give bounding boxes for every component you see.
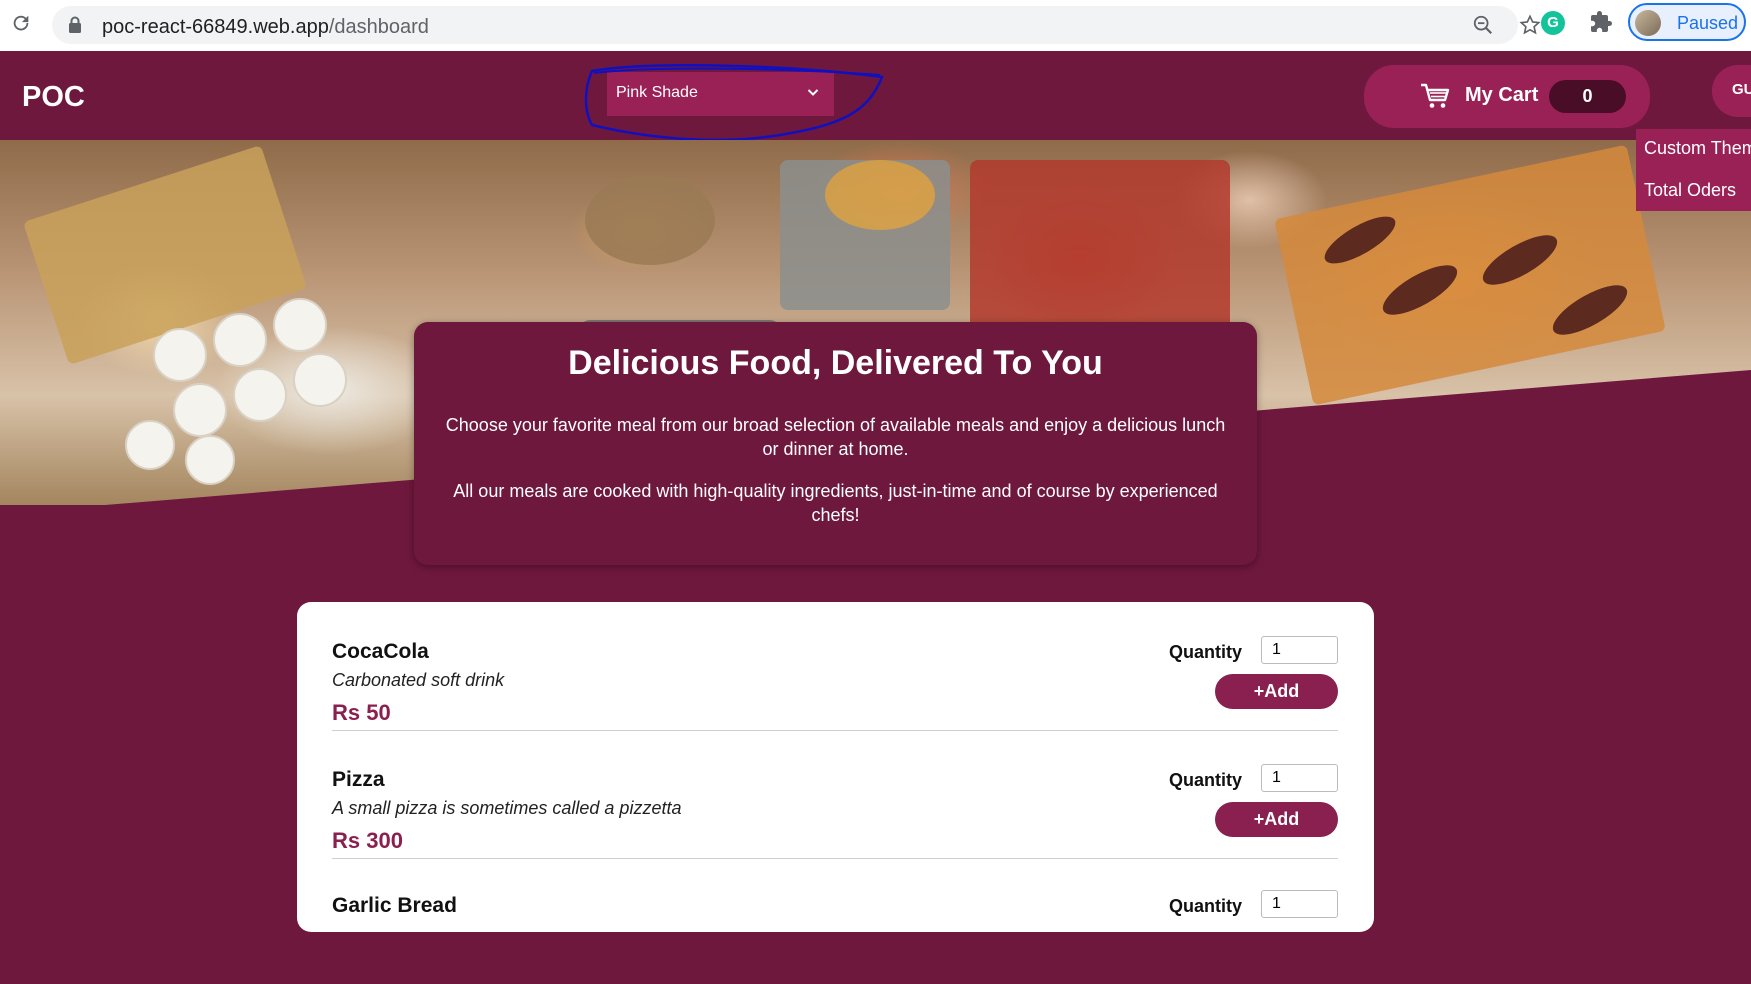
summary-card: Delicious Food, Delivered To You Choose …	[414, 322, 1257, 565]
cart-count-badge: 0	[1549, 80, 1626, 113]
menu-item-total-orders[interactable]: Total Oders	[1644, 180, 1736, 201]
summary-title: Delicious Food, Delivered To You	[568, 344, 1103, 382]
theme-select[interactable]: Pink Shade	[607, 72, 834, 116]
add-to-cart-button[interactable]: +Add	[1215, 674, 1338, 709]
quantity-input[interactable]	[1261, 890, 1338, 918]
app-header: POC Pink Shade My Cart 0 GU	[0, 51, 1751, 142]
grammarly-extension-icon[interactable]: G	[1541, 11, 1565, 35]
quantity-input[interactable]	[1261, 636, 1338, 664]
profile-button[interactable]: Paused	[1628, 3, 1746, 41]
meal-description: A small pizza is sometimes called a pizz…	[332, 798, 682, 818]
meal-name: Garlic Bread	[332, 894, 457, 917]
meal-name: CocaCola	[332, 640, 429, 663]
theme-select-value: Pink Shade	[616, 84, 698, 101]
profile-status: Paused	[1677, 13, 1739, 33]
meal-description: Carbonated soft drink	[332, 670, 505, 690]
reload-icon[interactable]	[8, 10, 34, 36]
quantity-label: Quantity	[1169, 770, 1243, 790]
quantity-label: Quantity	[1169, 642, 1243, 662]
quantity-input[interactable]	[1261, 764, 1338, 792]
lock-icon[interactable]	[68, 16, 82, 39]
zoom-out-icon[interactable]	[1472, 14, 1494, 41]
quantity-label: Quantity	[1169, 896, 1243, 916]
meal-item: CocaCola Carbonated soft drink Rs 50 Qua…	[332, 602, 1338, 731]
chevron-down-icon	[806, 85, 820, 104]
menu-item-custom-theme[interactable]: Custom Them	[1644, 138, 1751, 159]
nav-dropdown-menu: Custom Them Total Oders	[1636, 129, 1751, 211]
logo[interactable]: POC	[22, 81, 85, 114]
meal-item: Pizza A small pizza is sometimes called …	[332, 730, 1338, 859]
meal-price: Rs 300	[332, 828, 403, 853]
user-menu-button[interactable]: GU	[1712, 65, 1751, 117]
summary-paragraph-1: Choose your favorite meal from our broad…	[445, 415, 1226, 459]
meal-name: Pizza	[332, 768, 385, 791]
cart-label: My Cart	[1465, 84, 1539, 106]
add-to-cart-button[interactable]: +Add	[1215, 802, 1338, 837]
browser-toolbar: poc-react-66849.web.app/dashboard G Paus…	[0, 0, 1751, 52]
cart-icon	[1420, 82, 1450, 115]
address-bar[interactable]: poc-react-66849.web.app/dashboard	[52, 6, 1541, 44]
summary-paragraph-2: All our meals are cooked with high-quali…	[453, 481, 1218, 525]
avatar	[1635, 10, 1661, 36]
user-initials: GU	[1732, 81, 1751, 98]
bookmark-star-icon[interactable]	[1519, 14, 1541, 41]
meal-item: Garlic Bread Quantity	[332, 856, 1338, 984]
meal-list-card: CocaCola Carbonated soft drink Rs 50 Qua…	[297, 602, 1374, 932]
url-text[interactable]: poc-react-66849.web.app/dashboard	[102, 16, 429, 39]
meal-price: Rs 50	[332, 700, 391, 725]
cart-button[interactable]: My Cart 0	[1364, 65, 1650, 128]
extensions-puzzle-icon[interactable]	[1589, 10, 1613, 39]
